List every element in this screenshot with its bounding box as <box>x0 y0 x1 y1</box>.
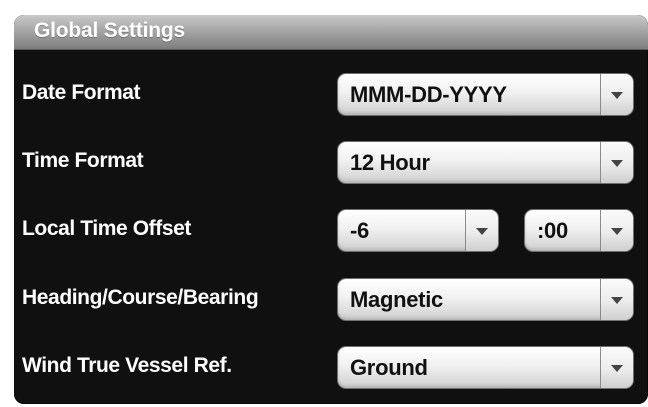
time-format-value: 12 Hour <box>350 149 430 175</box>
chevron-down-icon[interactable] <box>600 74 633 115</box>
heading-course-bearing-row: Heading/Course/Bearing Magnetic <box>14 274 648 322</box>
wind-true-vessel-ref-row: Wind True Vessel Ref. Ground <box>14 342 648 390</box>
heading-course-bearing-label: Heading/Course/Bearing <box>22 286 259 309</box>
date-format-row: Date Format MMM-DD-YYYY <box>14 69 648 117</box>
wind-true-vessel-ref-label: Wind True Vessel Ref. <box>22 354 232 377</box>
date-format-label: Date Format <box>22 81 141 104</box>
wind-true-vessel-ref-value: Ground <box>350 354 428 380</box>
chevron-down-icon[interactable] <box>600 142 633 183</box>
panel-header: Global Settings <box>14 15 648 50</box>
local-time-offset-row: Local Time Offset -6 :00 <box>14 205 648 253</box>
global-settings-panel: Global Settings Date Format MMM-DD-YYYY … <box>14 15 648 404</box>
heading-course-bearing-select[interactable]: Magnetic <box>337 278 634 321</box>
time-format-row: Time Format 12 Hour <box>14 137 648 185</box>
wind-true-vessel-ref-select[interactable]: Ground <box>337 346 634 389</box>
local-time-offset-minutes-value: :00 <box>537 217 568 243</box>
local-time-offset-hours-value: -6 <box>350 217 369 243</box>
panel-title: Global Settings <box>34 19 186 42</box>
local-time-offset-hours-select[interactable]: -6 <box>337 209 499 252</box>
date-format-select[interactable]: MMM-DD-YYYY <box>337 73 634 116</box>
chevron-down-icon[interactable] <box>600 210 633 251</box>
date-format-value: MMM-DD-YYYY <box>350 81 507 107</box>
heading-course-bearing-value: Magnetic <box>350 286 443 312</box>
chevron-down-icon[interactable] <box>600 279 633 320</box>
time-format-label: Time Format <box>22 149 144 172</box>
chevron-down-icon[interactable] <box>465 210 498 251</box>
time-format-select[interactable]: 12 Hour <box>337 141 634 184</box>
local-time-offset-minutes-select[interactable]: :00 <box>524 209 634 252</box>
chevron-down-icon[interactable] <box>600 347 633 388</box>
local-time-offset-label: Local Time Offset <box>22 217 192 240</box>
